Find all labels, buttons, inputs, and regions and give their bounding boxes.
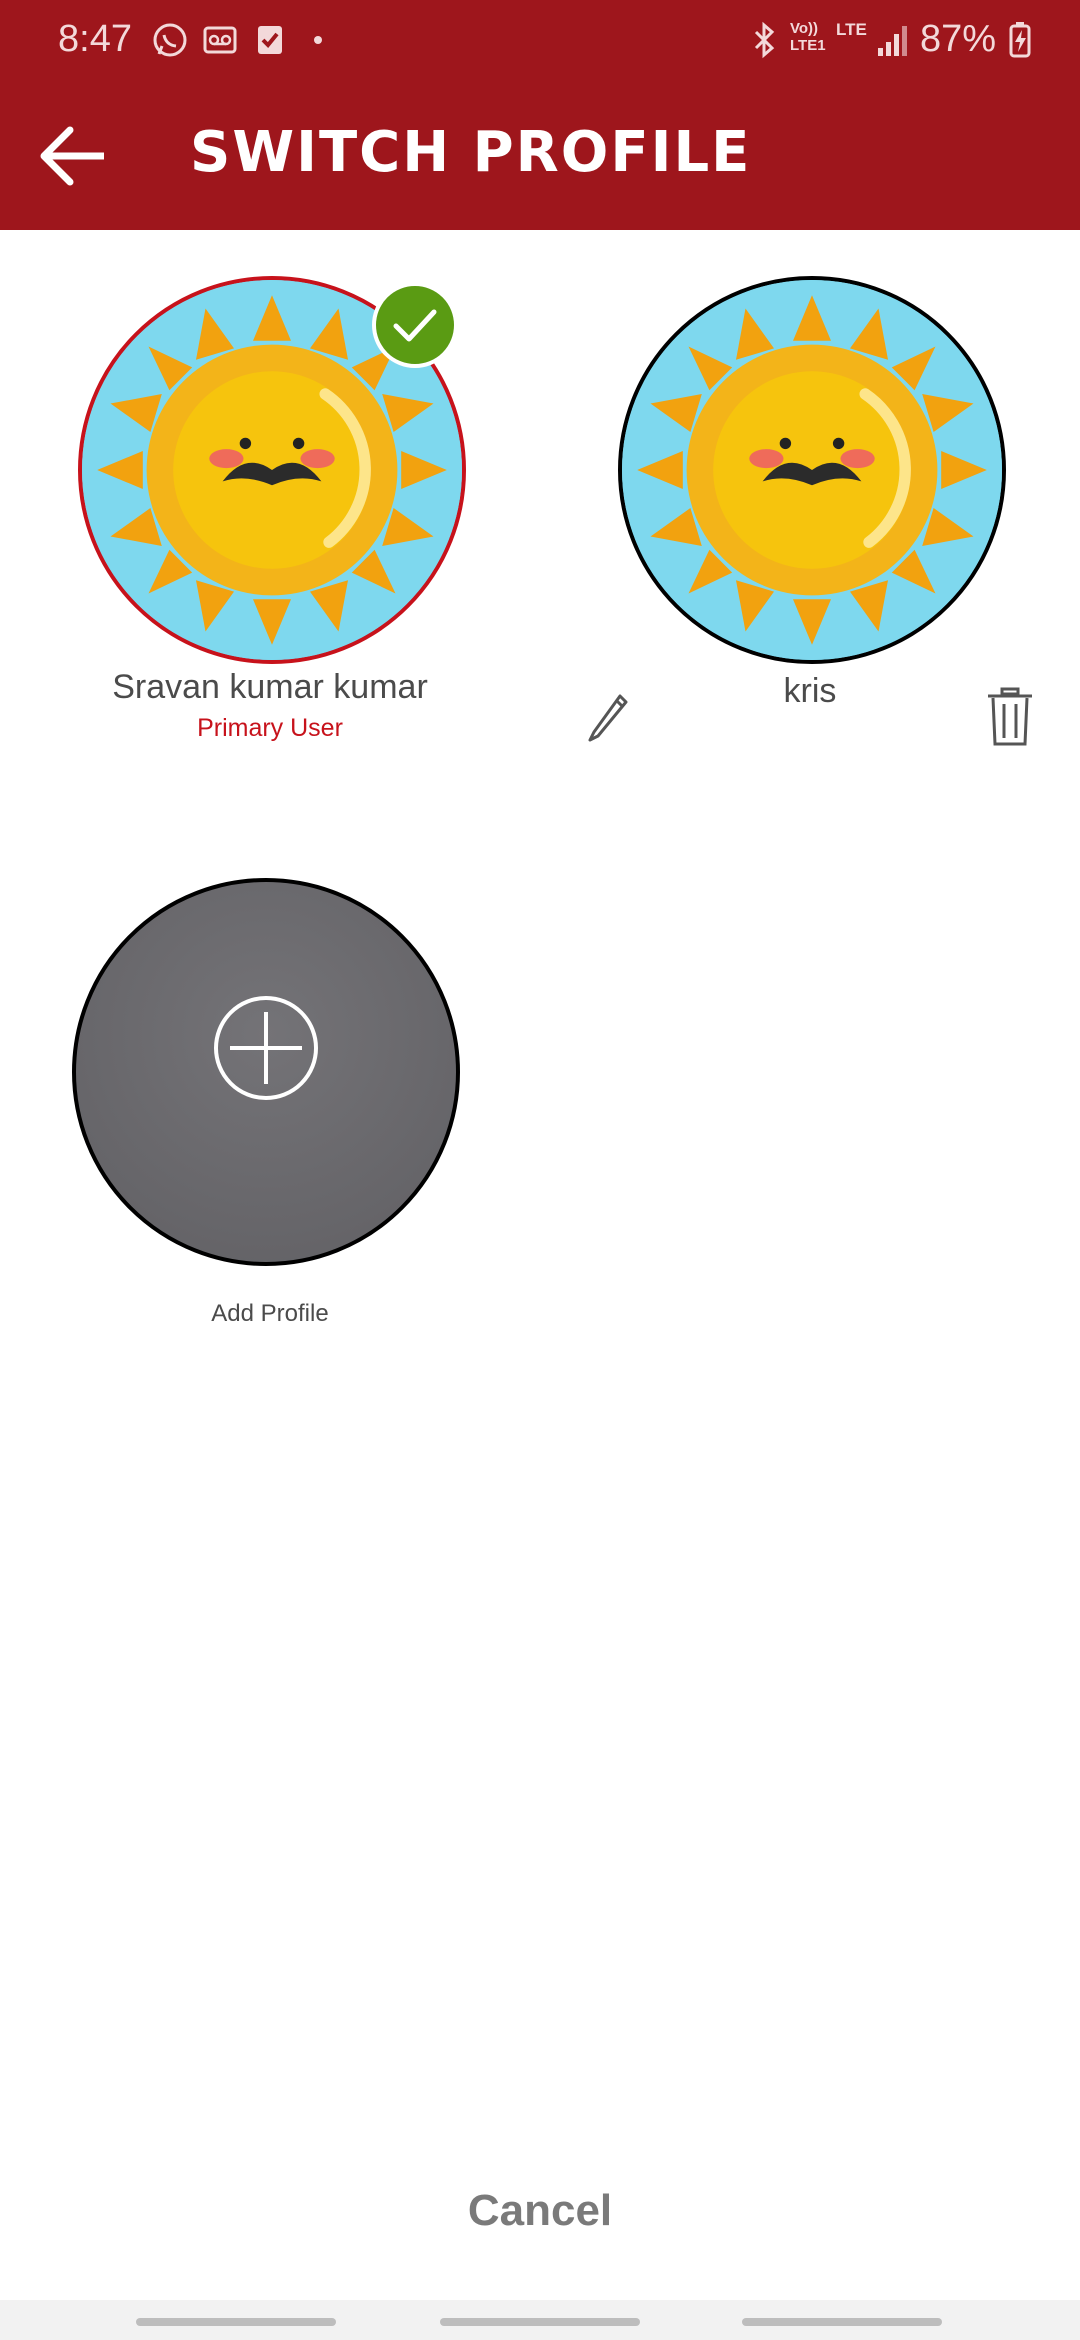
nav-back[interactable] (742, 2318, 942, 2326)
selected-check-icon (372, 282, 458, 368)
app-header: 8:47 Vo)) LTE1 LTE 87% SWITCH PROFILE (0, 0, 1080, 230)
profile-name: kris (783, 672, 837, 710)
lte-icon: LTE (836, 20, 867, 39)
cancel-button[interactable]: Cancel (390, 2186, 690, 2236)
task-check-icon (250, 20, 290, 60)
back-button[interactable] (32, 118, 122, 194)
volte-icon: Vo)) LTE1 (790, 20, 826, 54)
primary-user-label: Primary User (197, 714, 343, 742)
sun-avatar-icon (622, 280, 1002, 660)
notification-dot (314, 36, 322, 44)
status-bar: 8:47 Vo)) LTE1 LTE 87% (0, 0, 1080, 84)
add-profile-label: Add Profile (211, 1300, 329, 1327)
profile-name: Sravan kumar kumar (112, 668, 428, 706)
voicemail-icon (200, 20, 240, 60)
status-time: 8:47 (58, 18, 132, 60)
plus-circle-icon (214, 996, 318, 1100)
trash-icon[interactable] (984, 686, 1036, 748)
profile-avatar-kris[interactable] (618, 276, 1006, 664)
bluetooth-icon (744, 20, 784, 60)
nav-home[interactable] (440, 2318, 640, 2326)
add-profile-button[interactable] (72, 878, 460, 1266)
nav-recents[interactable] (136, 2318, 336, 2326)
battery-charging-icon (1000, 20, 1040, 60)
signal-icon (872, 20, 912, 60)
page-title: SWITCH PROFILE (190, 120, 752, 185)
system-nav-bar (0, 2300, 1080, 2340)
whatsapp-icon (150, 20, 190, 60)
arrow-back-icon (40, 126, 104, 186)
battery-percentage: 87% (920, 18, 997, 60)
edit-icon[interactable] (582, 688, 634, 744)
